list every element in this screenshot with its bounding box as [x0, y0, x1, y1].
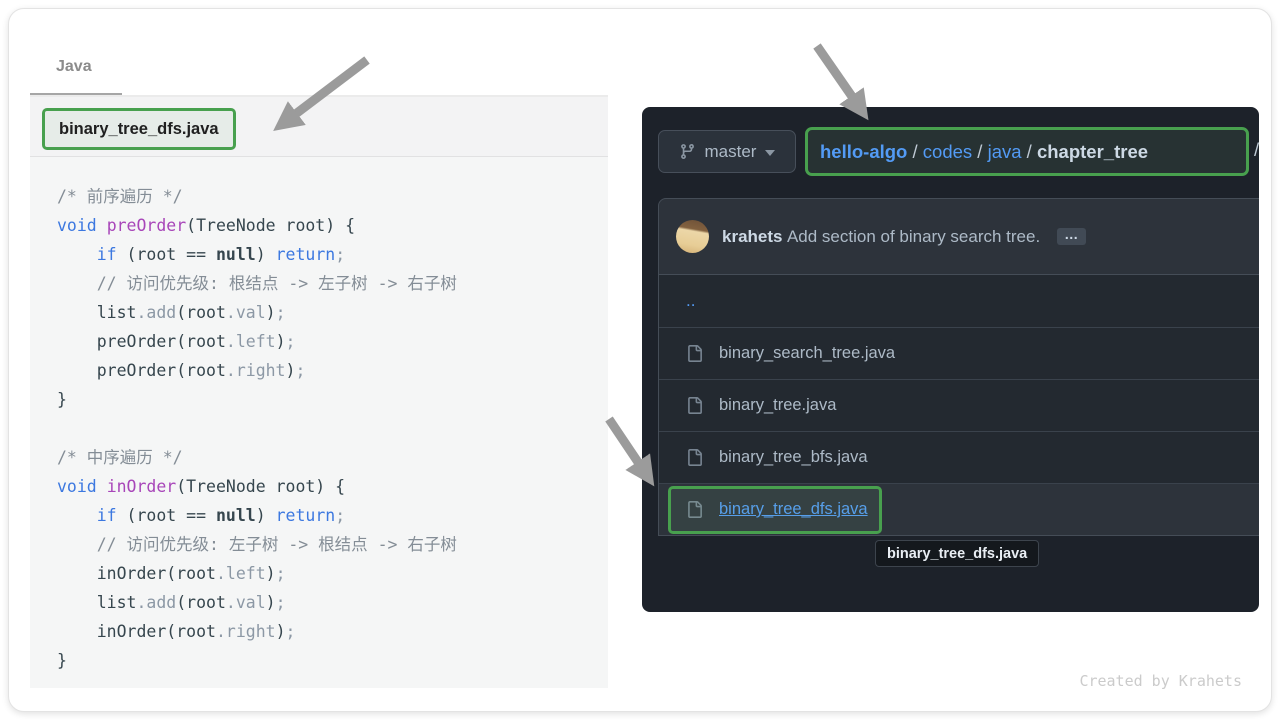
commit-author[interactable]: krahets — [722, 227, 782, 246]
file-row[interactable]: binary_tree_bfs.java — [659, 431, 1259, 483]
git-branch-icon — [679, 143, 696, 160]
tooltip-text: binary_tree_dfs.java — [887, 546, 1027, 562]
code-line: if (root == null) return; — [57, 501, 608, 530]
file-icon — [686, 345, 703, 362]
code-line: inOrder(root.left); — [57, 559, 608, 588]
breadcrumb-segment-hello-algo[interactable]: hello-algo — [820, 141, 907, 162]
breadcrumb-segment-java[interactable]: java — [988, 141, 1022, 162]
breadcrumb-trailing-slash: / — [1254, 139, 1259, 161]
breadcrumb-segment-chapter_tree: chapter_tree — [1037, 141, 1148, 162]
code-line: inOrder(root.right); — [57, 617, 608, 646]
highlight-box-filename: binary_tree_dfs.java — [42, 108, 236, 150]
code-line: void inOrder(TreeNode root) { — [57, 472, 608, 501]
file-row[interactable]: binary_tree.java — [659, 379, 1259, 431]
code-line: list.add(root.val); — [57, 588, 608, 617]
breadcrumb-separator: / — [972, 141, 987, 162]
code-line: list.add(root.val); — [57, 298, 608, 327]
code-line: preOrder(root.right); — [57, 356, 608, 385]
code-block: /* 前序遍历 */void preOrder(TreeNode root) {… — [30, 157, 608, 688]
file-link[interactable]: binary_search_tree.java — [719, 344, 895, 363]
file-row[interactable]: binary_search_tree.java — [659, 327, 1259, 379]
breadcrumb-separator: / — [907, 141, 922, 162]
chevron-down-icon — [765, 150, 775, 156]
highlight-box-dfs-file — [668, 486, 882, 534]
code-line: if (root == null) return; — [57, 240, 608, 269]
tab-java[interactable]: Java — [56, 58, 92, 76]
file-icon — [686, 397, 703, 414]
code-line: void preOrder(TreeNode root) { — [57, 211, 608, 240]
file-link[interactable]: binary_tree_bfs.java — [719, 448, 868, 467]
code-line: /* 中序遍历 */ — [57, 443, 608, 472]
parent-directory-row[interactable]: .. — [659, 275, 1259, 327]
code-line — [57, 414, 608, 443]
breadcrumb-separator: / — [1022, 141, 1037, 162]
commit-message[interactable]: Add section of binary search tree. — [787, 227, 1040, 246]
github-panel: master hello-algo / codes / java / chapt… — [642, 107, 1259, 612]
code-filename: binary_tree_dfs.java — [59, 120, 219, 139]
breadcrumb-segment-codes[interactable]: codes — [923, 141, 972, 162]
code-line: /* 前序遍历 */ — [57, 182, 608, 211]
branch-selector-button[interactable]: master — [658, 130, 796, 173]
code-line: // 访问优先级: 根结点 -> 左子树 -> 右子树 — [57, 269, 608, 298]
tooltip: binary_tree_dfs.java — [875, 540, 1039, 567]
latest-commit-bar: krahets Add section of binary search tre… — [658, 198, 1259, 275]
file-link[interactable]: binary_tree.java — [719, 396, 836, 415]
code-line: preOrder(root.left); — [57, 327, 608, 356]
breadcrumb: hello-algo / codes / java / chapter_tree — [820, 141, 1148, 163]
code-line: // 访问优先级: 左子树 -> 根结点 -> 右子树 — [57, 530, 608, 559]
code-title-bar: binary_tree_dfs.java — [30, 97, 608, 157]
highlight-box-breadcrumb: hello-algo / codes / java / chapter_tree — [805, 127, 1249, 176]
page: Java binary_tree_dfs.java /* 前序遍历 */void… — [0, 0, 1280, 720]
code-line: } — [57, 646, 608, 675]
credit-text: Created by Krahets — [1079, 672, 1242, 690]
code-line: } — [57, 385, 608, 414]
parent-directory-link[interactable]: .. — [686, 291, 695, 311]
branch-name: master — [705, 142, 757, 162]
avatar[interactable] — [676, 220, 709, 253]
file-icon — [686, 449, 703, 466]
commit-more-button[interactable]: … — [1057, 228, 1086, 245]
